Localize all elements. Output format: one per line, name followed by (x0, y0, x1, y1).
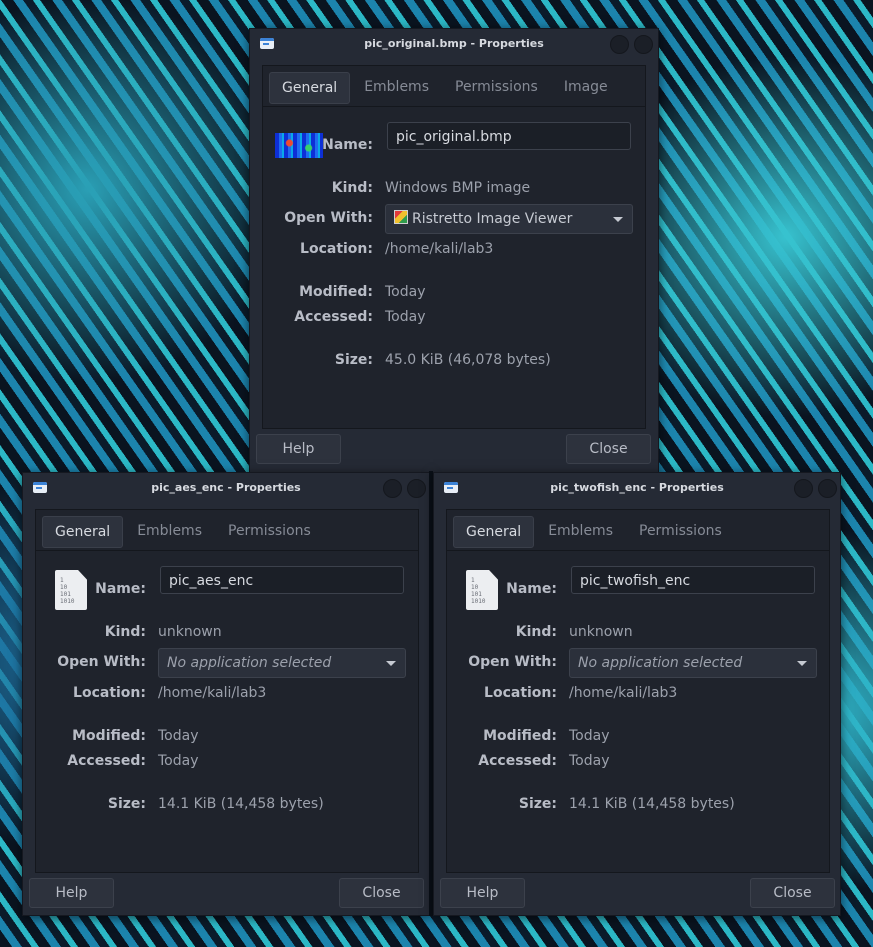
tab-divider (447, 550, 829, 551)
titlebar[interactable]: pic_twofish_enc - Properties (434, 473, 840, 503)
accessed-label: Accessed: (478, 753, 557, 769)
location-label: Location: (300, 241, 373, 257)
tab-bar: General Emblems Permissions (453, 516, 736, 548)
open-with-value: No application selected (167, 655, 332, 671)
modified-label: Modified: (483, 728, 557, 744)
tab-emblems[interactable]: Emblems (536, 516, 625, 546)
close-window-button[interactable] (407, 479, 426, 498)
size-label: Size: (518, 796, 557, 812)
kind-value: unknown (569, 624, 633, 640)
accessed-label: Accessed: (67, 753, 146, 769)
minimize-button[interactable] (794, 479, 813, 498)
open-with-dropdown[interactable]: Ristretto Image Viewer (385, 204, 633, 234)
kind-value: unknown (158, 624, 222, 640)
modified-value: Today (569, 728, 610, 744)
location-value: /home/kali/lab3 (385, 241, 494, 257)
help-button[interactable]: Help (29, 878, 114, 908)
name-label: Name: (322, 137, 373, 153)
minimize-button[interactable] (383, 479, 402, 498)
chevron-down-icon (613, 217, 623, 222)
tab-general[interactable]: General (453, 516, 535, 548)
accessed-value: Today (385, 309, 426, 325)
tab-permissions[interactable]: Permissions (627, 516, 734, 546)
open-with-value: Ristretto Image Viewer (412, 211, 573, 227)
open-with-label: Open With: (57, 654, 146, 670)
size-label: Size: (334, 352, 373, 368)
location-value: /home/kali/lab3 (569, 685, 678, 701)
tab-bar: General Emblems Permissions Image (269, 72, 622, 104)
close-window-button[interactable] (634, 35, 653, 54)
properties-panel: General Emblems Permissions Image Name: … (262, 65, 646, 429)
location-value: /home/kali/lab3 (158, 685, 267, 701)
kind-label: Kind: (331, 180, 373, 196)
help-button[interactable]: Help (256, 434, 341, 464)
accessed-value: Today (158, 753, 199, 769)
modified-label: Modified: (299, 284, 373, 300)
open-with-label: Open With: (284, 210, 373, 226)
size-value: 14.1 KiB (14,458 bytes) (158, 796, 324, 812)
tab-general[interactable]: General (269, 72, 351, 104)
location-label: Location: (73, 685, 146, 701)
size-label: Size: (107, 796, 146, 812)
modified-value: Today (385, 284, 426, 300)
properties-window-original: pic_original.bmp - Properties General Em… (249, 28, 659, 473)
close-button[interactable]: Close (750, 878, 835, 908)
properties-window-twofish: pic_twofish_enc - Properties General Emb… (433, 472, 841, 916)
open-with-dropdown[interactable]: No application selected (158, 648, 406, 678)
tab-emblems[interactable]: Emblems (125, 516, 214, 546)
tab-general[interactable]: General (42, 516, 124, 548)
name-label: Name: (95, 581, 146, 597)
tab-divider (36, 550, 418, 551)
accessed-label: Accessed: (294, 309, 373, 325)
open-with-label: Open With: (468, 654, 557, 670)
titlebar[interactable]: pic_original.bmp - Properties (250, 29, 658, 59)
help-button[interactable]: Help (440, 878, 525, 908)
modified-value: Today (158, 728, 199, 744)
properties-panel: General Emblems Permissions 1 10 101 101… (35, 509, 419, 873)
tab-permissions[interactable]: Permissions (216, 516, 323, 546)
name-field[interactable]: pic_original.bmp (387, 122, 631, 150)
name-field[interactable]: pic_aes_enc (160, 566, 404, 594)
open-with-value: No application selected (578, 655, 743, 671)
modified-label: Modified: (72, 728, 146, 744)
tab-bar: General Emblems Permissions (42, 516, 325, 548)
window-title: pic_original.bmp - Properties (364, 37, 544, 50)
location-label: Location: (484, 685, 557, 701)
properties-window-aes: pic_aes_enc - Properties General Emblems… (22, 472, 430, 916)
window-title: pic_aes_enc - Properties (151, 481, 301, 494)
kind-label: Kind: (104, 624, 146, 640)
tab-permissions[interactable]: Permissions (443, 72, 550, 102)
close-button[interactable]: Close (566, 434, 651, 464)
size-value: 45.0 KiB (46,078 bytes) (385, 352, 551, 368)
chevron-down-icon (386, 661, 396, 666)
kind-label: Kind: (515, 624, 557, 640)
close-button[interactable]: Close (339, 878, 424, 908)
properties-panel: General Emblems Permissions 1 10 101 101… (446, 509, 830, 873)
window-title: pic_twofish_enc - Properties (550, 481, 724, 494)
ristretto-icon (394, 210, 408, 224)
name-field[interactable]: pic_twofish_enc (571, 566, 815, 594)
close-window-button[interactable] (818, 479, 837, 498)
kind-value: Windows BMP image (385, 180, 531, 196)
tab-emblems[interactable]: Emblems (352, 72, 441, 102)
open-with-dropdown[interactable]: No application selected (569, 648, 817, 678)
size-value: 14.1 KiB (14,458 bytes) (569, 796, 735, 812)
accessed-value: Today (569, 753, 610, 769)
name-label: Name: (506, 581, 557, 597)
tab-divider (263, 106, 645, 107)
tab-image[interactable]: Image (552, 72, 620, 102)
titlebar[interactable]: pic_aes_enc - Properties (23, 473, 429, 503)
chevron-down-icon (797, 661, 807, 666)
minimize-button[interactable] (610, 35, 629, 54)
